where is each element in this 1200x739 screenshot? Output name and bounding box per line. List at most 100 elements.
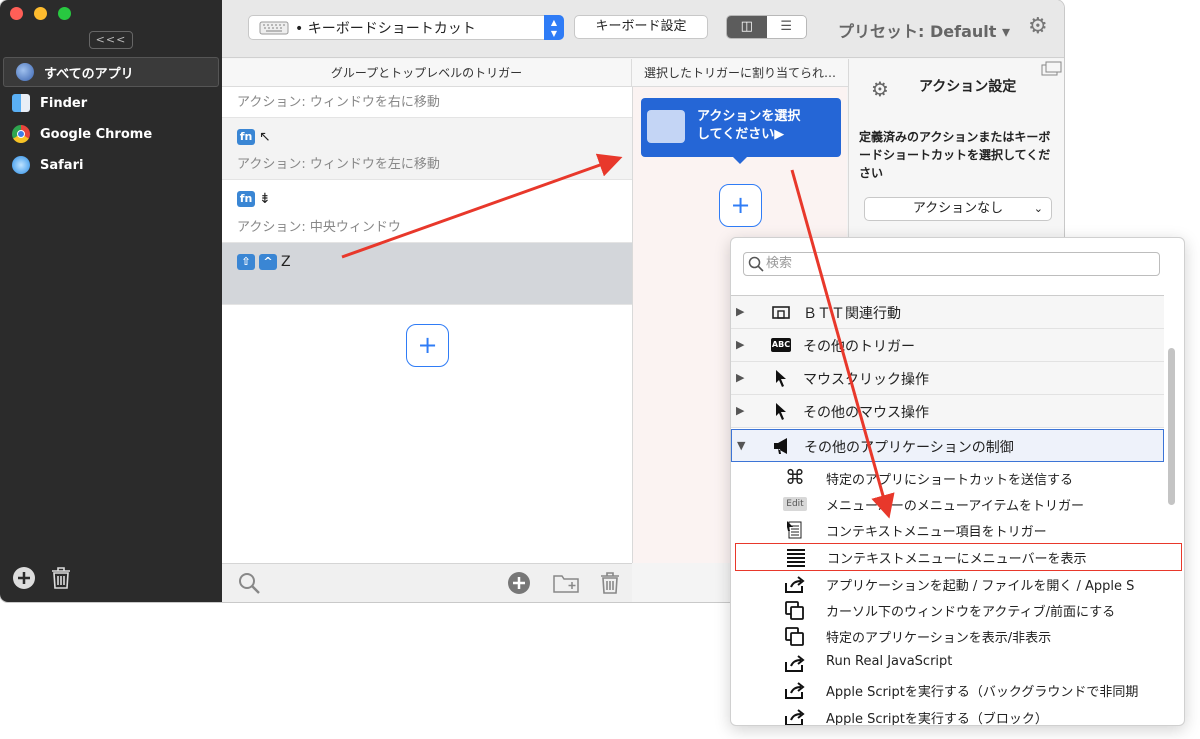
actions-column-header[interactable]: 選択したトリガーに割り当てられ… bbox=[632, 59, 848, 87]
list-item[interactable]: Apple Scriptを実行する（ブロック） bbox=[731, 704, 1164, 726]
context-menu-icon bbox=[787, 521, 802, 539]
category-app-control-expanded[interactable]: ▼ その他のアプリケーションの制御 bbox=[731, 429, 1164, 462]
action-card-line1: アクションを選択 bbox=[697, 109, 801, 124]
trigger-type-select[interactable]: • キーボードショートカット ▲ ▼ bbox=[248, 15, 564, 40]
action-card-line2: してください▶ bbox=[697, 127, 785, 142]
keyboard-icon bbox=[259, 21, 289, 34]
list-item-label: コンテキストメニュー項目をトリガー bbox=[826, 525, 1047, 540]
category-label: マウスクリック操作 bbox=[803, 372, 929, 388]
abc-icon: ABC bbox=[771, 338, 791, 352]
megaphone-icon bbox=[774, 438, 787, 454]
zoom-window-button[interactable] bbox=[58, 7, 71, 20]
trigger-bottom-bar bbox=[222, 563, 632, 602]
trigger-key-symbol: ↖ bbox=[259, 129, 271, 145]
share-open-icon bbox=[785, 682, 805, 699]
category-label: その他のマウス操作 bbox=[803, 405, 929, 421]
list-item-label: アプリケーションを起動 / ファイルを開く / Apple S bbox=[826, 579, 1135, 594]
disclosure-triangle-icon: ▶ bbox=[736, 338, 745, 351]
close-window-button[interactable] bbox=[10, 7, 23, 20]
list-item-highlighted[interactable]: コンテキストメニューにメニューバーを表示 bbox=[735, 543, 1182, 571]
gear-icon: ⚙ bbox=[871, 77, 889, 101]
action-settings-panel: ⚙ アクション設定 定義済みのアクションまたはキーボードショートカットを選択して… bbox=[848, 59, 1064, 239]
trigger-row[interactable]: fn ⇟ アクション: 中央ウィンドウ bbox=[222, 180, 632, 243]
command-icon: ⌘ bbox=[785, 465, 805, 489]
control-key-badge: ^ bbox=[259, 254, 277, 270]
finder-icon bbox=[12, 94, 30, 112]
share-open-icon bbox=[785, 655, 805, 672]
search-placeholder: 検索 bbox=[766, 256, 793, 271]
trigger-action-text: アクション: ウィンドウを左に移動 bbox=[237, 157, 440, 172]
category-mouse-click[interactable]: ▶ マウスクリック操作 bbox=[731, 362, 1164, 395]
add-trigger-button[interactable]: + bbox=[406, 324, 449, 367]
category-other-triggers[interactable]: ▶ ABC その他のトリガー bbox=[731, 329, 1164, 362]
search-icon bbox=[748, 256, 764, 272]
category-btt[interactable]: ▶ ＢＴＴ関連行動 bbox=[731, 296, 1164, 329]
category-other-mouse[interactable]: ▶ その他のマウス操作 bbox=[731, 395, 1164, 428]
list-item[interactable]: コンテキストメニュー項目をトリガー bbox=[731, 517, 1164, 543]
column-view-icon[interactable]: ◫ bbox=[727, 16, 767, 38]
chrome-icon bbox=[12, 125, 30, 143]
select-action-card[interactable]: アクションを選択 してください▶ bbox=[641, 98, 841, 164]
category-label: その他のアプリケーションの制御 bbox=[804, 440, 1014, 456]
trash-icon[interactable] bbox=[50, 566, 72, 590]
sidebar-item-label: Safari bbox=[40, 157, 84, 173]
list-item[interactable]: Run Real JavaScript bbox=[731, 650, 1164, 676]
sidebar-item-finder[interactable]: Finder bbox=[0, 88, 222, 118]
list-item[interactable]: Edit メニューバーのメニューアイテムをトリガー bbox=[731, 491, 1164, 517]
fn-key-badge: fn bbox=[237, 191, 255, 207]
search-icon[interactable] bbox=[237, 571, 263, 597]
category-label: ＢＴＴ関連行動 bbox=[803, 306, 901, 322]
trigger-row[interactable]: fn ↖ アクション: ウィンドウを左に移動 bbox=[222, 118, 632, 180]
list-item-label: カーソル下のウィンドウをアクティブ/前面にする bbox=[826, 605, 1116, 620]
list-view-icon[interactable]: ☰ bbox=[766, 16, 806, 38]
list-item[interactable]: 特定のアプリケーションを表示/非表示 bbox=[731, 623, 1164, 649]
search-input[interactable]: 検索 bbox=[743, 252, 1160, 276]
action-dropdown[interactable]: アクションなし ⌄ bbox=[864, 197, 1052, 221]
sidebar-item-chrome[interactable]: Google Chrome bbox=[0, 119, 222, 149]
disclosure-triangle-icon: ▶ bbox=[736, 371, 745, 384]
chevron-down-icon: ⌄ bbox=[1033, 202, 1043, 215]
sidebar-item-label: すべてのアプリ bbox=[44, 66, 134, 82]
sidebar-item-all-apps[interactable]: すべてのアプリ bbox=[3, 57, 219, 87]
list-item-label: 特定のアプリケーションを表示/非表示 bbox=[826, 631, 1052, 646]
list-item[interactable]: Apple Scriptを実行する（バックグラウンドで非同期 bbox=[731, 677, 1164, 703]
sidebar-item-label: Finder bbox=[40, 95, 88, 111]
list-item[interactable]: アプリケーションを起動 / ファイルを開く / Apple S bbox=[731, 571, 1164, 597]
list-item-label: Apple Scriptを実行する（ブロック） bbox=[826, 712, 1048, 726]
disclosure-triangle-down-icon: ▼ bbox=[737, 439, 746, 452]
btt-icon bbox=[772, 306, 790, 319]
list-item-label: Apple Scriptを実行する（バックグラウンドで非同期 bbox=[826, 685, 1139, 700]
list-item-label: メニューバーのメニューアイテムをトリガー bbox=[826, 499, 1085, 514]
view-toggle: ◫ ☰ bbox=[726, 15, 807, 39]
sidebar-item-safari[interactable]: Safari bbox=[0, 150, 222, 180]
add-action-button[interactable]: + bbox=[719, 184, 762, 227]
keyboard-settings-button[interactable]: キーボード設定 bbox=[574, 15, 708, 39]
cursor-icon bbox=[776, 370, 786, 387]
add-icon[interactable] bbox=[507, 571, 531, 595]
trigger-action-text: アクション: ウィンドウを右に移動 bbox=[237, 95, 440, 110]
triggers-column-header[interactable]: グループとトップレベルのトリガー bbox=[222, 59, 632, 87]
trigger-row[interactable]: アクション: ウィンドウを右に移動 bbox=[222, 87, 632, 118]
trash-icon[interactable] bbox=[599, 571, 621, 595]
list-item[interactable]: ⌘ 特定のアプリにショートカットを送信する bbox=[731, 465, 1164, 491]
action-dropdown-label: アクションなし bbox=[912, 201, 1004, 216]
action-settings-title: アクション設定 bbox=[919, 79, 1017, 95]
new-folder-icon[interactable] bbox=[552, 571, 580, 595]
collapse-sidebar-button[interactable]: <<< bbox=[89, 31, 133, 49]
add-app-icon[interactable] bbox=[12, 566, 36, 590]
window-icon bbox=[785, 627, 804, 646]
popup-scrollbar[interactable] bbox=[1168, 348, 1175, 505]
minimize-window-button[interactable] bbox=[34, 7, 47, 20]
safari-icon bbox=[12, 156, 30, 174]
preset-selector[interactable]: プリセット: Default ▾ bbox=[838, 18, 1010, 42]
list-item[interactable]: カーソル下のウィンドウをアクティブ/前面にする bbox=[731, 597, 1164, 623]
detach-panel-icon[interactable] bbox=[1041, 61, 1063, 77]
share-open-icon bbox=[785, 576, 805, 593]
app-sidebar: <<< すべてのアプリ Finder Google Chrome Safari bbox=[0, 0, 222, 602]
trigger-action-text: アクション: 中央ウィンドウ bbox=[237, 220, 401, 235]
trigger-row-selected[interactable]: ⇧ ^ Z bbox=[222, 243, 632, 305]
action-settings-description: 定義済みのアクションまたはキーボードショートカットを選択してください bbox=[859, 130, 1051, 180]
cursor-icon bbox=[776, 403, 786, 420]
gear-icon[interactable]: ⚙ bbox=[1028, 14, 1048, 39]
list-item-label: Run Real JavaScript bbox=[826, 654, 953, 669]
